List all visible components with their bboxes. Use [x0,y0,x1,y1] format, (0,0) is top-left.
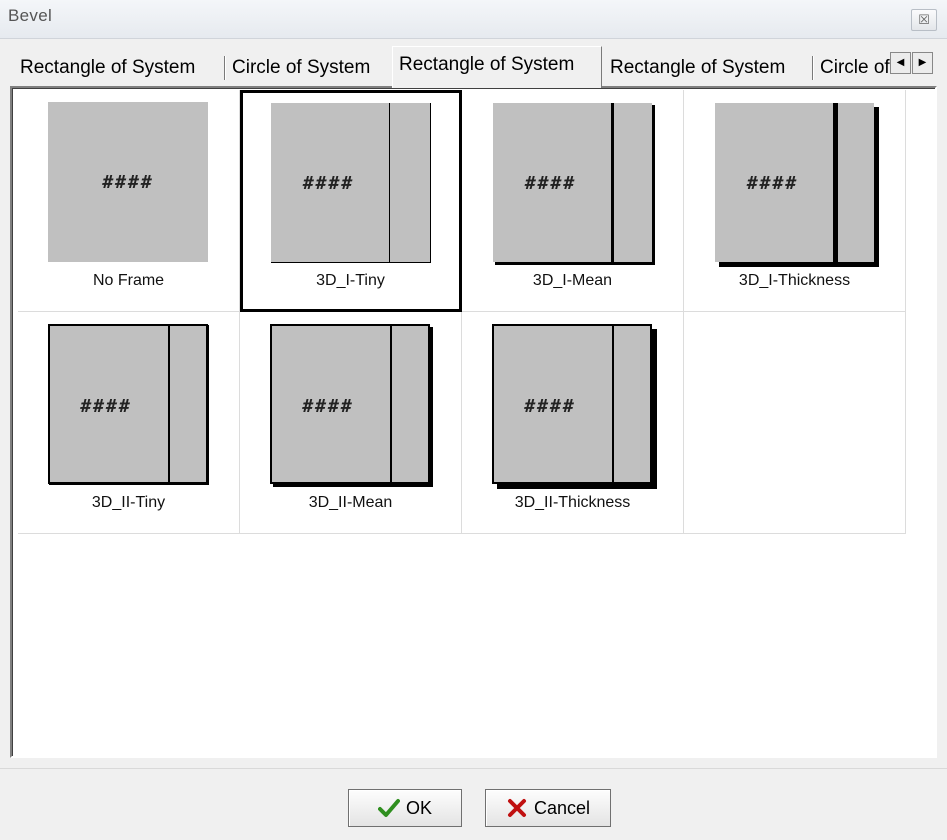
ok-button[interactable]: OK [348,789,462,827]
bevel-preview: #### [48,324,210,486]
check-icon [377,799,400,817]
preview-placeholder-text: #### [302,173,355,194]
bevel-option-label: No Frame [92,272,165,289]
bevel-option-no-frame[interactable]: #### No Frame [18,90,240,312]
dialog-footer: OK Cancel [0,768,947,840]
bevel-preview: #### [48,102,210,264]
preview-placeholder-text: #### [302,396,354,417]
preview-square: #### [48,102,208,262]
preview-square: #### [270,324,430,484]
empty-cell [684,312,906,534]
bevel-preview: #### [492,102,654,264]
preview-placeholder-text: #### [524,396,576,417]
tab-scroll: ◀ ▶ [890,52,934,74]
preview-square: #### [270,102,430,262]
tab-strip: Rectangle of System Circle of System Rec… [14,44,934,88]
close-button[interactable]: ☒ [911,9,937,31]
bevel-options-panel: #### No Frame #### 3D_I-Tiny #### 3D_I-Mean ##… [10,86,937,758]
bevel-preview: #### [492,324,654,486]
bevel-option-3d-i-mean[interactable]: #### 3D_I-Mean [462,90,684,312]
bevel-option-label: 3D_I-Mean [532,272,613,289]
bevel-preview: #### [270,102,432,264]
x-icon [507,799,526,817]
bevel-option-label: 3D_I-Tiny [316,272,385,289]
bevel-divider [611,103,614,262]
tab-rectangle-of-system-2[interactable]: Rectangle of System [392,46,602,88]
bevel-preview: #### [270,324,432,486]
close-icon: ☒ [918,12,930,27]
bevel-option-label: 3D_II-Mean [308,494,393,511]
bevel-divider [389,103,390,262]
tab-label: Circle of System [232,57,371,78]
bevel-option-3d-ii-tiny[interactable]: #### 3D_II-Tiny [18,312,240,534]
bevel-preview: #### [714,102,876,264]
preview-placeholder-text: #### [80,396,132,417]
title-bar: Bevel ☒ [0,0,947,39]
bevel-option-3d-ii-thickness[interactable]: #### 3D_II-Thickness [462,312,684,534]
window-title: Bevel [8,6,53,25]
bevel-option-3d-ii-mean[interactable]: #### 3D_II-Mean [240,312,462,534]
bevel-divider [612,326,614,482]
arrow-left-icon: ◀ [896,57,905,68]
tab-rectangle-of-system-3[interactable]: Rectangle of System [604,52,814,86]
preview-placeholder-text: #### [524,173,577,194]
arrow-right-icon: ▶ [918,57,927,68]
cancel-label: Cancel [533,797,591,818]
bevel-option-label: 3D_II-Tiny [91,494,166,511]
bevel-divider [833,103,838,262]
bevel-option-label: 3D_I-Thickness [738,272,851,289]
preview-square: #### [714,102,874,262]
bevel-divider [168,326,170,482]
tab-scroll-right-button[interactable]: ▶ [912,52,933,74]
preview-placeholder-text: #### [102,172,154,193]
tab-circle-of-system-2[interactable]: Circle of [814,52,894,86]
tab-rectangle-of-system-1[interactable]: Rectangle of System [14,52,226,86]
bevel-divider [390,326,392,482]
bevel-option-3d-i-tiny[interactable]: #### 3D_I-Tiny [240,90,462,312]
bevel-option-3d-i-thickness[interactable]: #### 3D_I-Thickness [684,90,906,312]
tab-circle-of-system-1[interactable]: Circle of System [226,52,396,86]
preview-placeholder-text: #### [746,173,799,194]
bevel-option-label: 3D_II-Thickness [514,494,631,511]
tab-label: Circle of [820,57,890,78]
ok-label: OK [405,797,432,818]
preview-square: #### [492,102,652,262]
tab-label: Rectangle of System [610,57,786,78]
tab-label: Rectangle of System [20,57,196,78]
preview-square: #### [492,324,652,484]
cancel-button[interactable]: Cancel [485,789,611,827]
tab-label: Rectangle of System [399,54,575,75]
tab-scroll-left-button[interactable]: ◀ [890,52,911,74]
preview-square: #### [48,324,208,484]
bevel-grid: #### No Frame #### 3D_I-Tiny #### 3D_I-Mean ##… [18,90,906,534]
